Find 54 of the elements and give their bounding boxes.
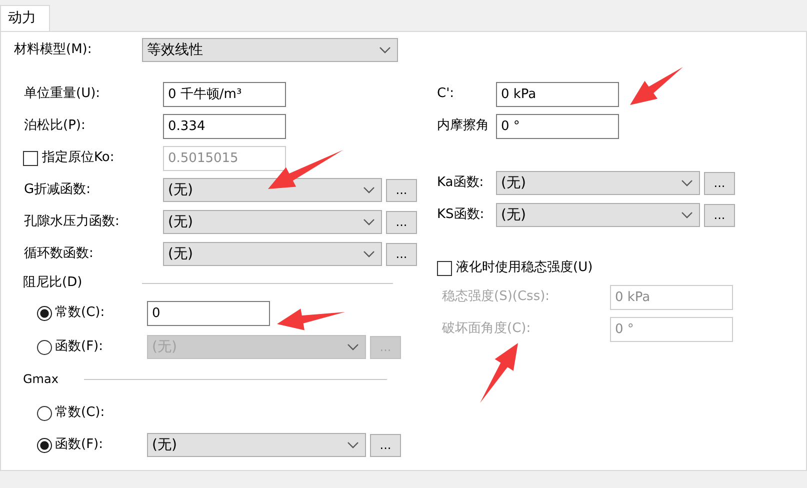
field-label: 常数(C):: [55, 404, 105, 422]
chevron-down-icon: [363, 218, 375, 226]
dropdown-field[interactable]: (无): [496, 171, 700, 195]
chevron-down-icon: [363, 250, 375, 258]
browse-button[interactable]: ...: [386, 178, 417, 202]
dropdown-field[interactable]: (无): [163, 242, 382, 266]
field-label: 函数(F):: [55, 338, 104, 356]
field-label: 内摩擦角: [437, 117, 490, 136]
input-field[interactable]: 0 千牛顿/m³: [163, 82, 286, 106]
field-label: 稳态强度(S)(Css):: [441, 288, 551, 306]
dropdown-field[interactable]: (无): [496, 203, 700, 227]
field-label: 泊松比(P):: [23, 117, 86, 136]
input-field[interactable]: 0.334: [163, 114, 286, 138]
chevron-down-icon: [347, 441, 359, 449]
field-label: 孔隙水压力函数:: [23, 213, 120, 232]
chevron-down-icon: [363, 186, 375, 194]
pointer-arrow: [277, 308, 345, 330]
input-field[interactable]: 0 kPa: [496, 82, 619, 106]
field-label: 指定原位Ko:: [42, 149, 114, 168]
input-field[interactable]: 0: [147, 300, 270, 326]
field-label: 阻尼比(D): [22, 274, 84, 292]
chevron-down-icon: [379, 46, 391, 54]
field-label: Gmax: [22, 371, 60, 388]
field-label: KS函数:: [437, 206, 486, 224]
field-label: 循环数函数:: [23, 245, 94, 264]
field-label: C':: [437, 85, 456, 104]
browse-button[interactable]: ...: [370, 434, 401, 456]
checkbox[interactable]: [437, 260, 452, 276]
tab[interactable]: 动力: [0, 5, 50, 31]
chevron-down-icon: [681, 179, 693, 187]
pointer-arrow: [630, 67, 683, 105]
field-label: 常数(C):: [55, 304, 105, 322]
field-label: 破坏面角度(C):: [441, 320, 532, 338]
field-label: Ka函数:: [437, 174, 485, 192]
radio-button[interactable]: [37, 306, 52, 320]
dropdown-field[interactable]: (无): [163, 210, 382, 234]
chevron-down-icon: [347, 343, 359, 351]
dropdown-field[interactable]: (无): [147, 433, 366, 457]
field-label: 函数(F):: [55, 436, 104, 454]
dropdown-field[interactable]: (无): [163, 178, 382, 202]
input-field[interactable]: 0 °: [496, 114, 619, 138]
field-label: 材料模型(M):: [14, 41, 93, 60]
browse-button[interactable]: ...: [704, 172, 735, 194]
browse-button[interactable]: ...: [704, 204, 735, 226]
chevron-down-icon: [681, 211, 693, 219]
dropdown-field[interactable]: 等效线性: [142, 38, 398, 62]
field-label: 液化时使用稳态强度(U): [456, 259, 593, 278]
field-label: G折减函数:: [23, 181, 92, 200]
browse-button[interactable]: ...: [386, 242, 417, 266]
browse-button[interactable]: ...: [386, 210, 417, 234]
radio-button[interactable]: [37, 406, 52, 420]
radio-button[interactable]: [37, 438, 52, 452]
field-label: 单位重量(U):: [23, 85, 102, 104]
pointer-arrow: [480, 343, 518, 403]
